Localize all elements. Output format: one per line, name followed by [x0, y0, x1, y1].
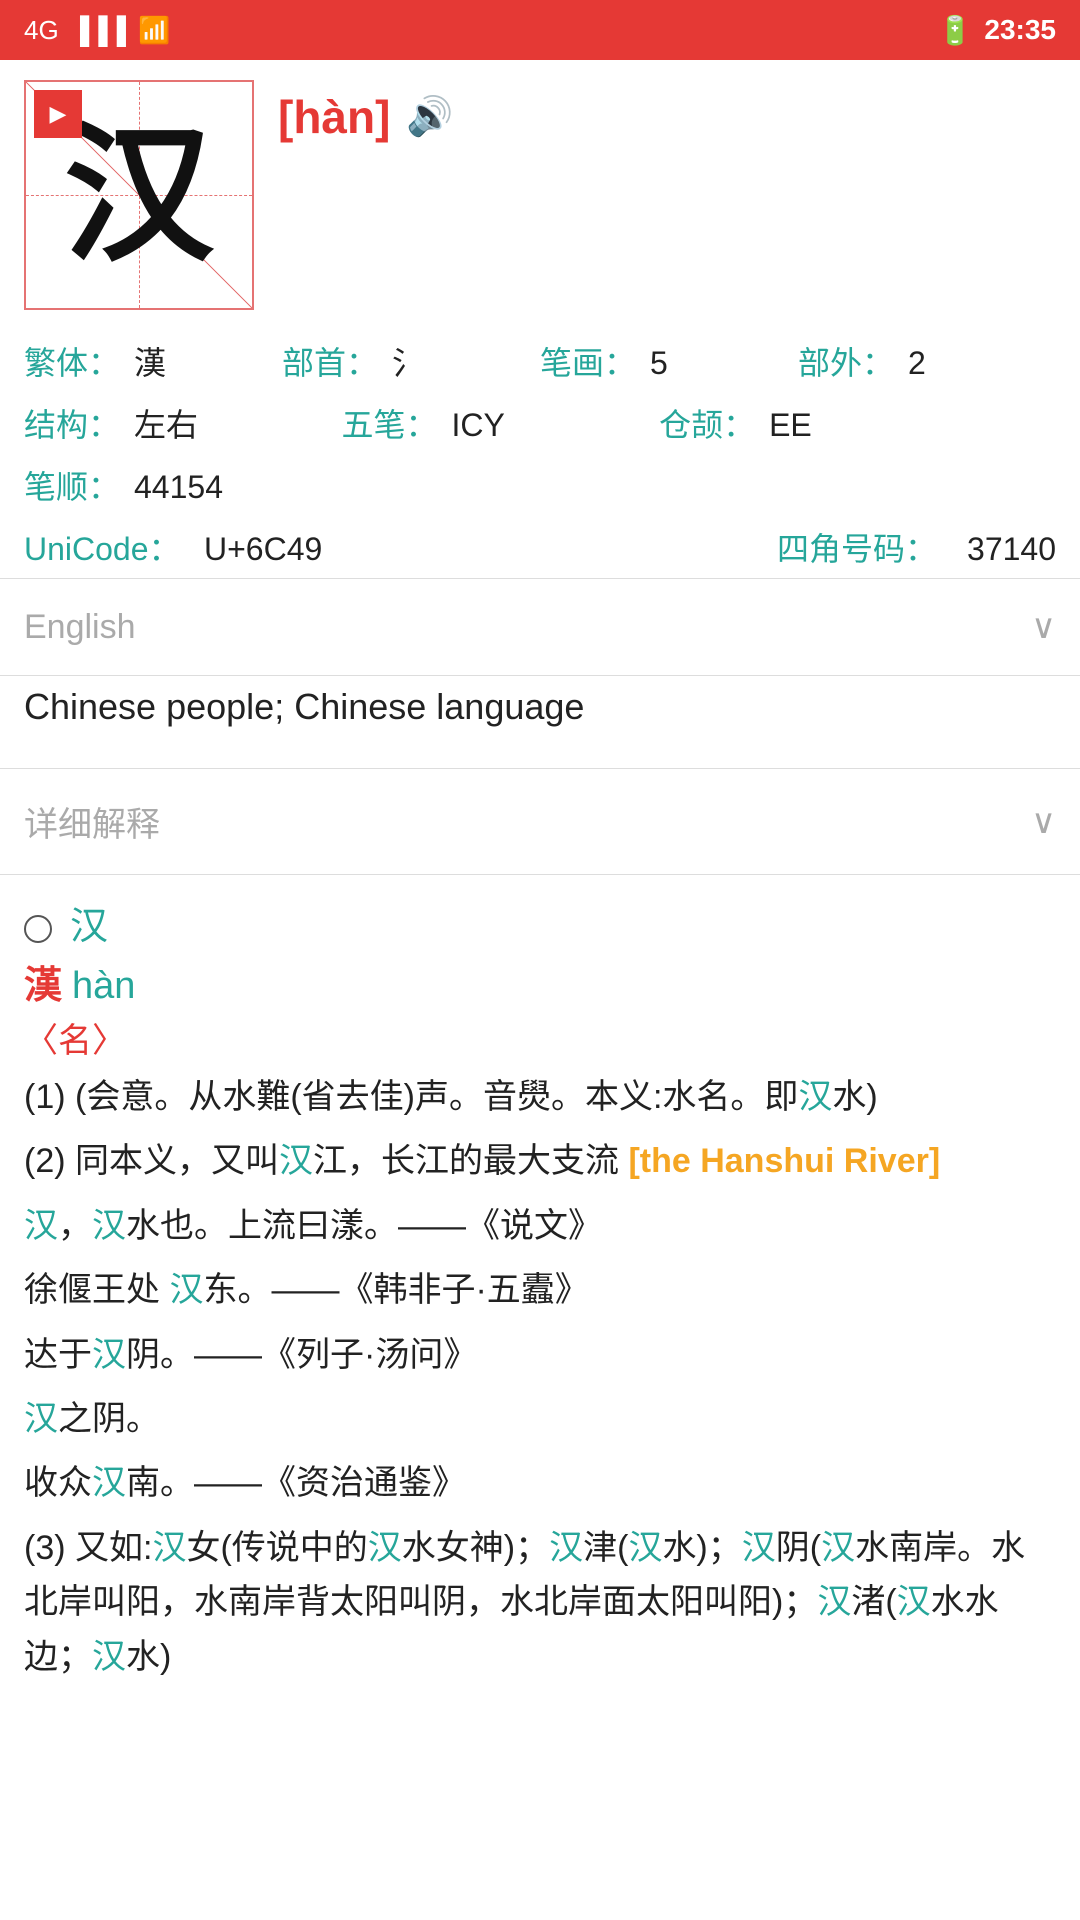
inline-char: 汉 [24, 1400, 58, 1438]
detail-para-1: (1) (会意。从水難(省去佳)声。音燢。本义:水名。即汉水) [24, 1070, 1056, 1124]
wubi-value: ICY [452, 407, 660, 444]
traditional-cell: 繁体： 漢 [24, 338, 282, 384]
radical-value: 氵 [392, 338, 540, 384]
strokes-outside-value: 2 [908, 345, 1056, 382]
entry-main-pinyin: hàn [72, 965, 135, 1007]
english-content: Chinese people; Chinese language [0, 676, 1080, 768]
character-box[interactable]: 汉 [24, 80, 254, 310]
signal-bars-icon: ▐▐▐ [71, 15, 126, 46]
play-button[interactable] [34, 90, 82, 138]
unicode-value: U+6C49 [204, 531, 777, 568]
inline-char-start: 汉 [24, 1207, 58, 1245]
inline-char: 汉 [368, 1529, 402, 1567]
sound-icon[interactable]: 🔊 [406, 95, 453, 139]
inline-char: 汉 [279, 1142, 313, 1180]
pos-tag: 〈名〉 [24, 1013, 1056, 1062]
inline-english: [the Hanshui River] [628, 1142, 940, 1180]
wubi-label: 五笔： [342, 400, 452, 446]
inline-char: 汉 [821, 1529, 855, 1567]
inline-char: 汉 [897, 1583, 931, 1621]
detail-para-5: 达于汉阴。——《列子·汤问》 [24, 1328, 1056, 1382]
circle-marker-icon [24, 915, 52, 943]
detail-para-8: (3) 又如:汉女(传说中的汉水女神)；汉津(汉水)；汉阴(汉水南岸。水北岸叫阳… [24, 1521, 1056, 1684]
info-row-4: UniCode： U+6C49 四角号码： 37140 [24, 516, 1056, 578]
detail-para-6: 汉之阴。 [24, 1392, 1056, 1446]
char-info-section: 汉 [hàn] 🔊 [0, 60, 1080, 320]
structure-cell: 结构： 左右 [24, 400, 342, 446]
inline-char: 汉 [798, 1078, 832, 1116]
english-definition: Chinese people; Chinese language [24, 686, 584, 727]
english-chevron-icon: ∨ [1031, 607, 1056, 647]
wubi-cell: 五笔： ICY [342, 400, 660, 446]
english-section-label: English [24, 608, 136, 647]
pinyin-text: [hàn] [278, 90, 390, 144]
info-row-2: 结构： 左右 五笔： ICY 仓颉： EE [24, 392, 1056, 454]
wifi-icon: 📶 [138, 15, 170, 46]
structure-value: 左右 [134, 400, 342, 446]
strokes-outside-label: 部外： [798, 338, 908, 384]
strokes-cell: 笔画： 5 [540, 338, 798, 384]
battery-icon: 🔋 [938, 14, 973, 47]
pinyin-area: [hàn] 🔊 [278, 80, 454, 144]
status-right: 🔋 23:35 [938, 14, 1057, 47]
strokes-value: 5 [650, 345, 798, 382]
inline-char: 汉 [92, 1464, 126, 1502]
inline-char: 汉 [92, 1207, 126, 1245]
detail-para-3: 汉，汉水也。上流曰漾。——《说文》 [24, 1199, 1056, 1253]
signal-label: 4G [24, 15, 59, 46]
info-grid: 繁体： 漢 部首： 氵 笔画： 5 部外： 2 结构： 左右 五笔： ICY 仓… [0, 320, 1080, 578]
detail-chevron-icon: ∨ [1031, 802, 1056, 842]
detail-content: 汉 漢 hàn 〈名〉 (1) (会意。从水難(省去佳)声。音燢。本义:水名。即… [0, 875, 1080, 1714]
radical-label: 部首： [282, 338, 392, 384]
character-display: 汉 [64, 120, 214, 270]
detail-section-header[interactable]: 详细解释 ∨ [0, 769, 1080, 874]
stroke-order-label: 笔顺： [24, 462, 134, 508]
structure-label: 结构： [24, 400, 134, 446]
detail-section-label: 详细解释 [24, 797, 160, 846]
clock: 23:35 [984, 14, 1056, 46]
traditional-value: 漢 [134, 338, 282, 384]
entry-circle-char: 汉 [70, 906, 108, 948]
unicode-label: UniCode： [24, 524, 204, 570]
info-row-3: 笔顺： 44154 [24, 454, 1056, 516]
cangjie-label: 仓颉： [659, 400, 769, 446]
strokes-outside-cell: 部外： 2 [798, 338, 1056, 384]
inline-char: 汉 [92, 1336, 126, 1374]
four-corner-label: 四角号码： [777, 524, 967, 570]
inline-char: 汉 [628, 1529, 662, 1567]
stroke-order-value: 44154 [134, 469, 1056, 506]
entry-main-title: 漢 hàn [24, 954, 1056, 1009]
radical-cell: 部首： 氵 [282, 338, 540, 384]
entry-circle-title: 汉 [24, 895, 1056, 950]
entry-main-char: 漢 [24, 965, 62, 1007]
pinyin-row: [hàn] 🔊 [278, 90, 454, 144]
detail-para-4: 徐偃王处 汉东。——《韩非子·五蠹》 [24, 1263, 1056, 1317]
inline-char: 汉 [549, 1529, 583, 1567]
inline-char: 汉 [742, 1529, 776, 1567]
inline-char: 汉 [169, 1271, 203, 1309]
inline-char: 汉 [152, 1529, 186, 1567]
status-left: 4G ▐▐▐ 📶 [24, 15, 170, 46]
detail-para-2: (2) 同本义，又叫汉江，长江的最大支流 [the Hanshui River] [24, 1134, 1056, 1188]
status-bar: 4G ▐▐▐ 📶 🔋 23:35 [0, 0, 1080, 60]
info-row-1: 繁体： 漢 部首： 氵 笔画： 5 部外： 2 [24, 330, 1056, 392]
cangjie-cell: 仓颉： EE [659, 400, 977, 446]
inline-char: 汉 [92, 1638, 126, 1676]
four-corner-value: 37140 [967, 531, 1056, 568]
detail-para-7: 收众汉南。——《资治通鉴》 [24, 1456, 1056, 1510]
strokes-label: 笔画： [540, 338, 650, 384]
english-section-header[interactable]: English ∨ [0, 579, 1080, 675]
traditional-label: 繁体： [24, 338, 134, 384]
inline-char: 汉 [817, 1583, 851, 1621]
cangjie-value: EE [769, 407, 977, 444]
